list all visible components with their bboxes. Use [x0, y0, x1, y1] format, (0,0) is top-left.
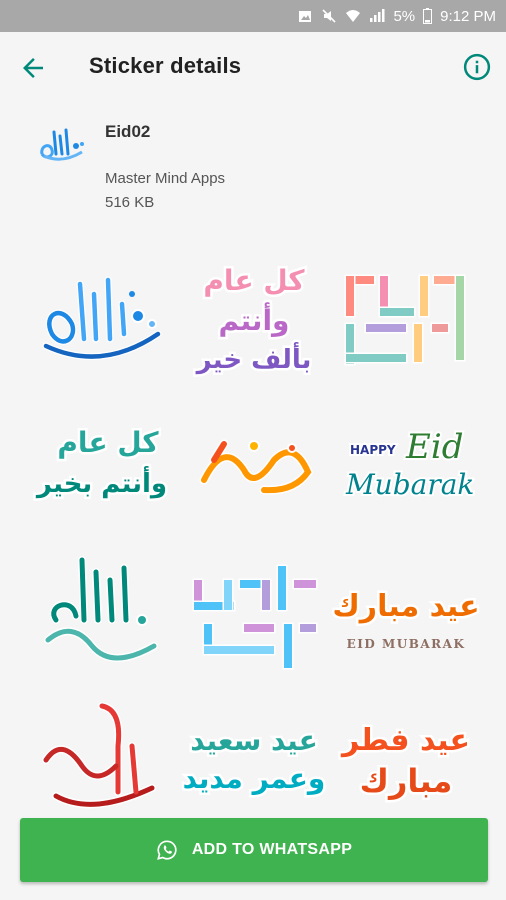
info-icon — [463, 53, 491, 81]
whatsapp-icon — [156, 840, 177, 860]
sticker-eid-saeed[interactable]: عيد سعيد وعمر مديد — [180, 696, 328, 826]
svg-text:وأنتم بخير: وأنتم بخير — [35, 466, 167, 499]
svg-text:Eid: Eid — [405, 427, 463, 467]
page-title: Sticker details — [89, 53, 242, 78]
sticker-happy-eid-mubarak[interactable]: HAPPY Eid Mubarak — [336, 400, 476, 530]
battery-icon — [423, 8, 433, 24]
sticker-kul-am-pink[interactable]: كل عام وأنتم بألف خير — [184, 254, 324, 384]
wifi-icon — [345, 8, 361, 24]
sticker-kul-am-teal[interactable]: كل عام وأنتم بخير — [32, 400, 172, 530]
svg-text:HAPPY: HAPPY — [350, 443, 396, 457]
pack-size: 516 KB — [105, 194, 155, 211]
svg-text:بألف خير: بألف خير — [195, 342, 312, 375]
sticker-ramadan-kareem-red[interactable] — [32, 696, 172, 826]
signal-icon — [369, 8, 385, 24]
svg-text:مبارك: مبارك — [360, 762, 453, 800]
svg-text:عيد فطر: عيد فطر — [340, 723, 470, 758]
sticker-eid-fitr-mubarak[interactable]: عيد فطر مبارك — [336, 696, 476, 826]
svg-text:عيد مبارك: عيد مبارك — [332, 589, 479, 624]
pack-name: Eid02 — [105, 122, 151, 141]
mute-icon — [321, 8, 337, 24]
pack-tray-icon — [36, 124, 88, 166]
svg-text:وعمر مديد: وعمر مديد — [183, 762, 326, 795]
back-button[interactable] — [18, 53, 48, 83]
arrow-left-icon — [23, 58, 43, 78]
svg-text:عيد سعيد: عيد سعيد — [190, 724, 317, 757]
svg-text:كل عام: كل عام — [57, 426, 159, 459]
add-to-whatsapp-button[interactable]: ADD TO WHATSAPP — [20, 818, 488, 882]
toolbar: Sticker details — [0, 32, 506, 102]
add-to-whatsapp-label: ADD TO WHATSAPP — [191, 841, 353, 858]
svg-text:كل عام: كل عام — [203, 264, 305, 297]
pack-header: Eid02 Master Mind Apps 516 KB — [0, 102, 506, 232]
svg-text:EID MUBARAK: EID MUBARAK — [347, 637, 466, 651]
sticker-ramadan-kareem-blue[interactable] — [184, 550, 324, 680]
sticker-ramadan-orange[interactable] — [184, 400, 324, 530]
battery-percent: 5% — [393, 7, 416, 25]
sticker-eid-mubarak-gold[interactable]: عيد مبارك EID MUBARAK — [330, 550, 482, 680]
sticker-ramadan-kareem-square[interactable] — [336, 254, 476, 384]
pack-publisher: Master Mind Apps — [105, 170, 226, 187]
image-notification-icon — [297, 8, 313, 24]
info-button[interactable] — [462, 52, 492, 82]
clock: 9:12 PM — [440, 7, 496, 25]
sticker-eid-mubarak-blue[interactable] — [32, 254, 172, 384]
svg-text:وأنتم: وأنتم — [219, 302, 290, 337]
svg-text:Mubarak: Mubarak — [345, 468, 474, 501]
status-bar: 5% 9:12 PM — [0, 0, 506, 32]
sticker-eid-mubarak-teal[interactable] — [32, 550, 172, 680]
